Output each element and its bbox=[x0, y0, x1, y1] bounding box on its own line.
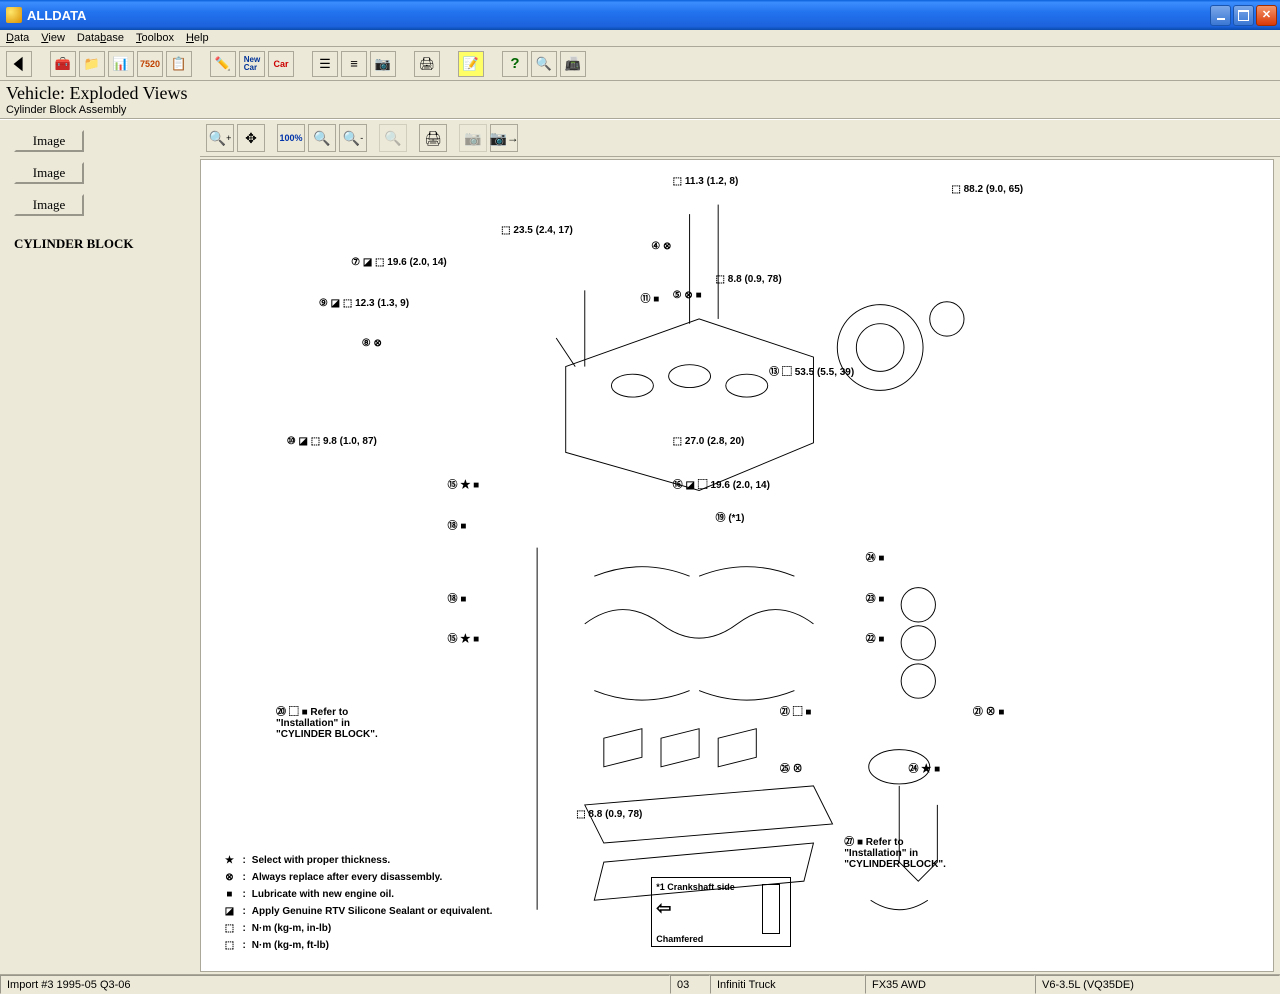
titlebar: ALLDATA bbox=[0, 0, 1280, 30]
minimize-button[interactable] bbox=[1210, 5, 1231, 26]
callout-sym-4: ⑮ ★ ■ bbox=[448, 476, 480, 491]
camera-icon[interactable]: 📷 bbox=[370, 51, 396, 77]
image-button-2[interactable]: Image bbox=[14, 162, 84, 184]
callout-sym-5: ⑱ ■ bbox=[448, 517, 467, 532]
zoom-tool-icon[interactable]: 🔍 bbox=[308, 124, 336, 152]
tool-icon-8[interactable]: ≡ bbox=[341, 51, 367, 77]
fax-icon[interactable]: 📠 bbox=[560, 51, 586, 77]
callout-torque-9: ⬚ 27.0 (2.8, 20) bbox=[673, 436, 745, 447]
callout-note-1: ⑲ (*1) bbox=[716, 509, 745, 524]
car-button[interactable]: Car bbox=[268, 51, 294, 77]
menu-database[interactable]: Database bbox=[77, 32, 124, 44]
status-import: Import #3 1995-05 Q3-06 bbox=[0, 975, 670, 994]
close-button[interactable] bbox=[1256, 5, 1277, 26]
zoom-disabled-icon: 🔍 bbox=[379, 124, 407, 152]
callout-sym-7: ⑮ ★ ■ bbox=[448, 630, 480, 645]
image-toolbar: 🔍+ ✥ 100% 🔍 🔍- 🔍 🖨 📷 📷→ bbox=[200, 120, 1280, 157]
sidebar-label: CYLINDER BLOCK bbox=[14, 236, 184, 252]
menu-toolbox[interactable]: Toolbox bbox=[136, 32, 174, 44]
image-button-3[interactable]: Image bbox=[14, 194, 84, 216]
status-code: 03 bbox=[670, 975, 710, 994]
search-icon[interactable]: 🔍 bbox=[531, 51, 557, 77]
pan-icon[interactable]: ✥ bbox=[237, 124, 265, 152]
status-make: Infiniti Truck bbox=[710, 975, 865, 994]
window-title: ALLDATA bbox=[27, 8, 1210, 23]
menu-data[interactable]: Data bbox=[6, 32, 29, 44]
new-car-button[interactable]: NewCar bbox=[239, 51, 265, 77]
diagram-viewer[interactable]: ⬚ 11.3 (1.2, 8) ⬚ 88.2 (9.0, 65) ⬚ 23.5 … bbox=[200, 159, 1274, 972]
callout-torque-10: ⑯ ◪ ⬚ 19.6 (2.0, 14) bbox=[673, 476, 770, 491]
tool-icon-5[interactable]: 📋 bbox=[166, 51, 192, 77]
callout-sym-11: ⑪ ■ bbox=[641, 290, 660, 305]
callout-sym-8: ㉔ ■ bbox=[866, 549, 885, 564]
callout-torque-5: ⬚ 8.8 (0.9, 78) bbox=[716, 274, 782, 285]
image-button-1[interactable]: Image bbox=[14, 130, 84, 152]
callout-sym-1: ④ ⊗ bbox=[651, 241, 671, 252]
tool-icon-7[interactable]: ☰ bbox=[312, 51, 338, 77]
callout-sym-3: ⑤ ⊗ ■ bbox=[673, 290, 702, 301]
callout-sym-10: ㉒ ■ bbox=[866, 630, 885, 645]
zoom-in-icon[interactable]: 🔍+ bbox=[206, 124, 234, 152]
callout-torque-8: ⑩ ◪ ⬚ 9.8 (1.0, 87) bbox=[287, 436, 377, 447]
zoom-out-icon[interactable]: 🔍- bbox=[339, 124, 367, 152]
tool-icon-2[interactable]: 📁 bbox=[79, 51, 105, 77]
callout-sym-15: ㉔ ★ ■ bbox=[909, 760, 941, 775]
callout-torque-3: ⬚ 23.5 (2.4, 17) bbox=[501, 225, 573, 236]
callout-ref-1: ⑳ ⬚ ■ Refer to "Installation" in "CYLIND… bbox=[276, 703, 386, 740]
callout-ref-2: ㉗ ■ Refer to "Installation" in "CYLINDER… bbox=[844, 833, 954, 870]
tool-icon-3[interactable]: 📊 bbox=[108, 51, 134, 77]
statusbar: Import #3 1995-05 Q3-06 03 Infiniti Truc… bbox=[0, 974, 1280, 994]
callout-torque-7: ⑬ ⬚ 53.5 (5.5, 39) bbox=[769, 363, 854, 378]
sidebar: Image Image Image CYLINDER BLOCK bbox=[0, 120, 200, 974]
camera-next-icon[interactable]: 📷→ bbox=[490, 124, 518, 152]
callout-sym-12: ㉑ ⬚ ■ bbox=[780, 703, 812, 718]
callout-torque-2: ⬚ 88.2 (9.0, 65) bbox=[951, 184, 1023, 195]
callout-torque-4: ⑦ ◪ ⬚ 19.6 (2.0, 14) bbox=[351, 257, 447, 268]
app-icon bbox=[6, 7, 22, 23]
callout-sym-6: ⑱ ■ bbox=[448, 590, 467, 605]
tool-icon-4[interactable]: 7520 bbox=[137, 51, 163, 77]
vehicle-header: Vehicle: Exploded Views Cylinder Block A… bbox=[0, 81, 1280, 119]
tool-icon-1[interactable]: 🧰 bbox=[50, 51, 76, 77]
callout-torque-6: ⑨ ◪ ⬚ 12.3 (1.3, 9) bbox=[319, 298, 409, 309]
diagram-legend: ★ : Select with proper thickness. ⊗ : Al… bbox=[222, 853, 492, 955]
camera-image-icon: 📷 bbox=[459, 124, 487, 152]
tool-icon-6[interactable]: ✏️ bbox=[210, 51, 236, 77]
callout-sym-2: ⑧ ⊗ bbox=[362, 338, 382, 349]
menu-view[interactable]: View bbox=[41, 32, 65, 44]
note-icon[interactable]: 📝 bbox=[458, 51, 484, 77]
header-subtitle: Cylinder Block Assembly bbox=[6, 104, 1274, 116]
print-icon[interactable]: 🖨 bbox=[414, 51, 440, 77]
exploded-view-diagram bbox=[287, 176, 1187, 938]
callout-sym-13: ㉑ ⊗ ■ bbox=[973, 703, 1005, 718]
help-icon[interactable]: ? bbox=[502, 51, 528, 77]
callout-torque-1: ⬚ 11.3 (1.2, 8) bbox=[673, 176, 739, 187]
header-title: Vehicle: Exploded Views bbox=[6, 83, 1274, 104]
status-model: FX35 AWD bbox=[865, 975, 1035, 994]
zoom-100-icon[interactable]: 100% bbox=[277, 124, 305, 152]
main-toolbar: 🧰 📁 📊 7520 📋 ✏️ NewCar Car ☰ ≡ 📷 🖨 📝 ? 🔍… bbox=[0, 47, 1280, 81]
callout-sym-9: ㉓ ■ bbox=[866, 590, 885, 605]
menu-help[interactable]: Help bbox=[186, 32, 209, 44]
status-engine: V6-3.5L (VQ35DE) bbox=[1035, 975, 1280, 994]
menubar: Data View Database Toolbox Help bbox=[0, 30, 1280, 47]
crankshaft-inset: *1 Crankshaft side ⇦ Chamfered bbox=[651, 877, 791, 947]
callout-sym-14: ㉕ ⊗ bbox=[780, 760, 803, 775]
print-image-icon[interactable]: 🖨 bbox=[419, 124, 447, 152]
back-button[interactable] bbox=[6, 51, 32, 77]
callout-torque-12: ⬚ 8.8 (0.9, 78) bbox=[576, 809, 642, 820]
maximize-button[interactable] bbox=[1233, 5, 1254, 26]
